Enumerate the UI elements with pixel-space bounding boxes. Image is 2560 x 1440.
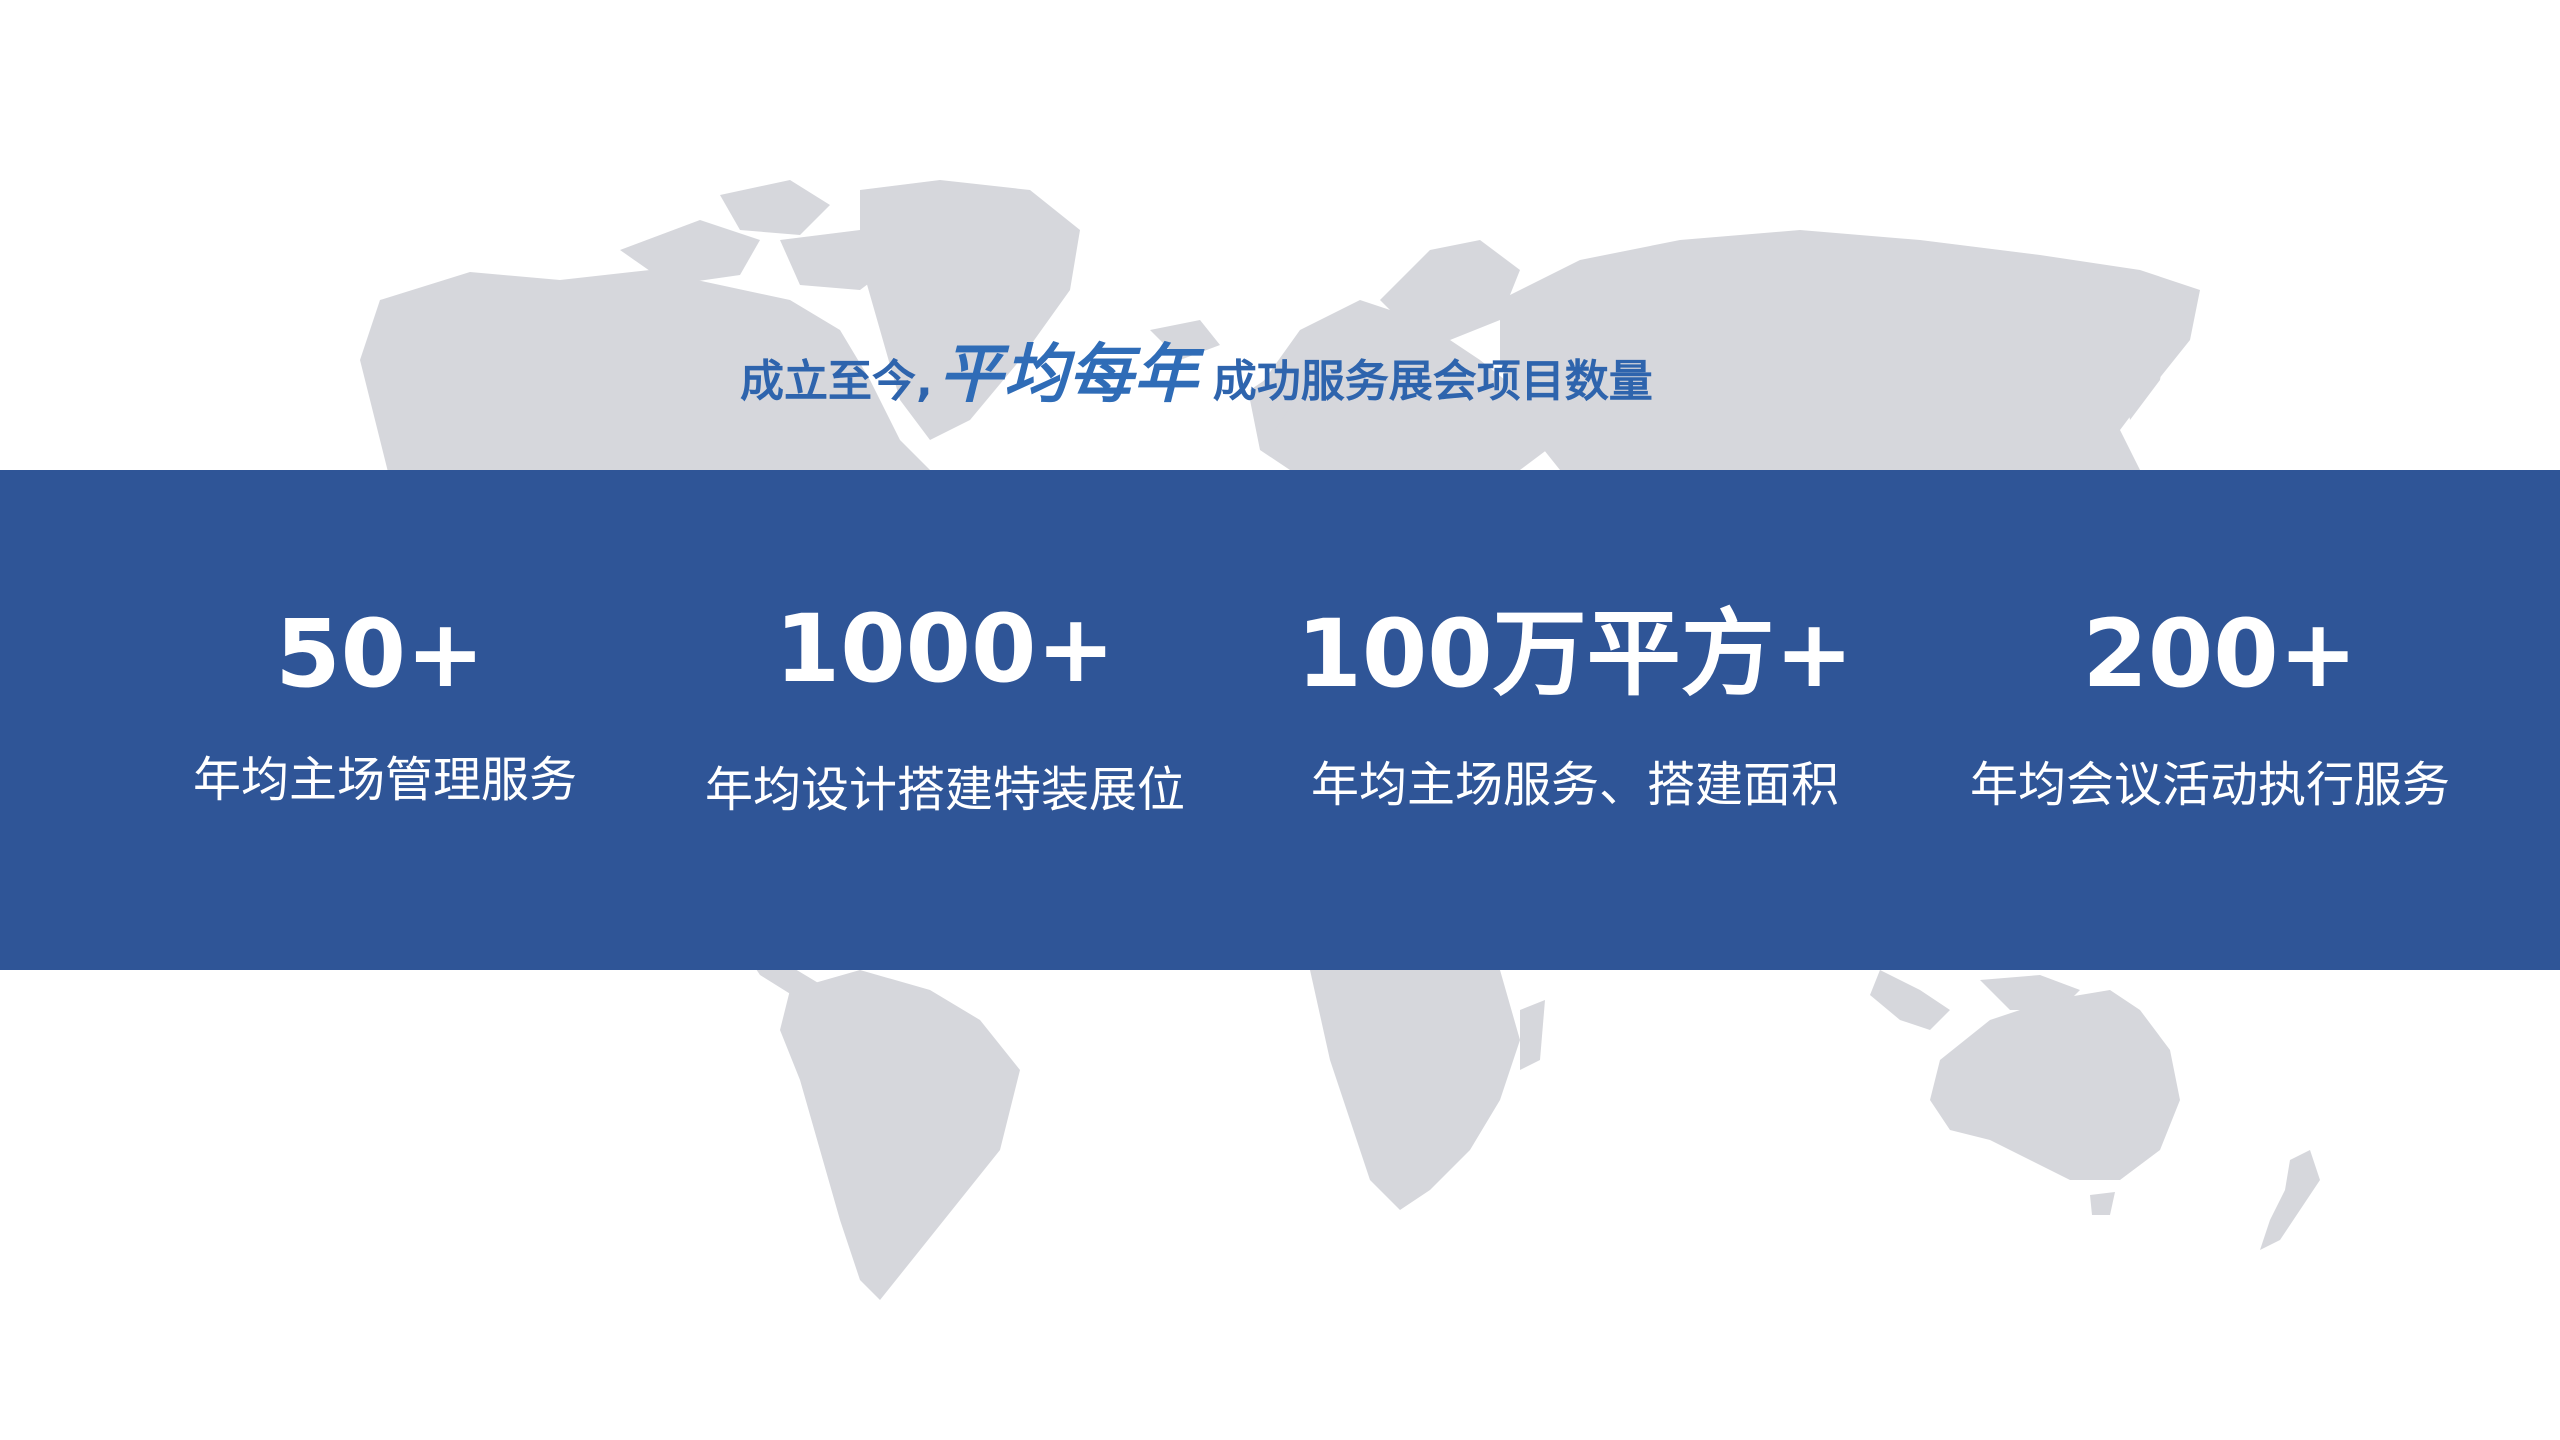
stat-value: 200+ bbox=[2082, 600, 2358, 709]
stat-item: 100万平方+ 年均主场服务、搭建面积 bbox=[1265, 470, 1885, 970]
headline-emphasis: 平均每年 bbox=[938, 338, 1199, 412]
headline-prefix: 成立至今, bbox=[740, 356, 933, 407]
stat-value: 50+ bbox=[275, 600, 485, 709]
headline-suffix: 成功服务展会项目数量 bbox=[1212, 356, 1653, 407]
stat-label: 年均设计搭建特装展位 bbox=[704, 762, 1185, 818]
stat-label: 年均会议活动执行服务 bbox=[1969, 757, 2450, 813]
stats-band: 50+ 年均主场管理服务 1000+ 年均设计搭建特装展位 100万平方+ 年均… bbox=[0, 470, 2560, 970]
stat-value: 100万平方+ bbox=[1296, 600, 1854, 709]
headline: 成立至今, 平均每年 成功服务展会项目数量 bbox=[740, 322, 1653, 412]
page: 成立至今, 平均每年 成功服务展会项目数量 50+ 年均主场管理服务 1000+… bbox=[0, 0, 2560, 1440]
stat-item: 200+ 年均会议活动执行服务 bbox=[1900, 470, 2520, 970]
stat-label: 年均主场服务、搭建面积 bbox=[1310, 757, 1839, 813]
stat-label: 年均主场管理服务 bbox=[192, 752, 577, 808]
stat-item: 50+ 年均主场管理服务 bbox=[50, 470, 670, 970]
stat-value: 1000+ bbox=[774, 595, 1116, 704]
stat-item: 1000+ 年均设计搭建特装展位 bbox=[635, 470, 1255, 970]
